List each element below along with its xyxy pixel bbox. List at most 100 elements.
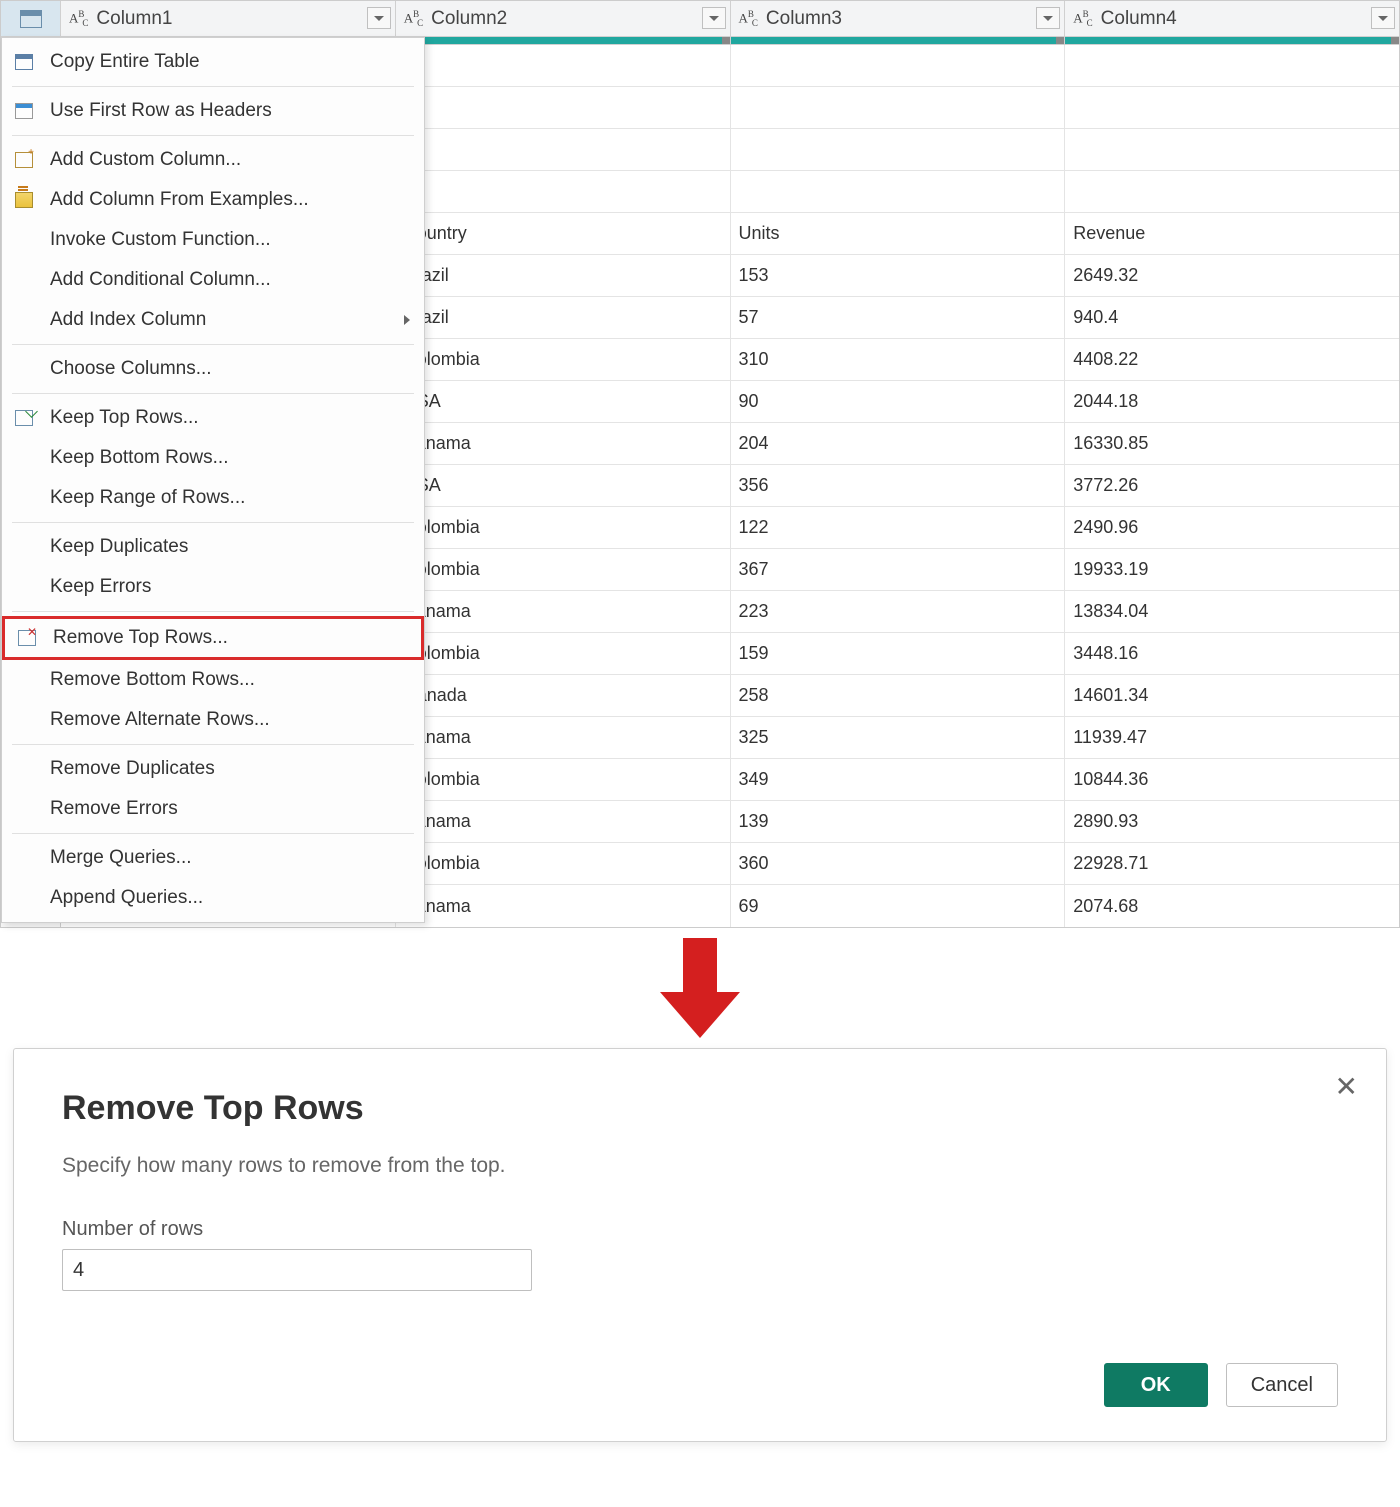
cell[interactable] xyxy=(731,129,1066,170)
cell[interactable]: 13834.04 xyxy=(1065,591,1399,632)
menu-add-conditional-column[interactable]: Add Conditional Column... xyxy=(2,260,424,300)
cell[interactable] xyxy=(1065,171,1399,212)
menu-copy-entire-table[interactable]: Copy Entire Table xyxy=(2,42,424,82)
cancel-button[interactable]: Cancel xyxy=(1226,1363,1338,1407)
cell[interactable] xyxy=(1065,129,1399,170)
number-of-rows-input[interactable] xyxy=(62,1249,532,1291)
cell[interactable]: 69 xyxy=(731,885,1066,927)
cell[interactable] xyxy=(1065,45,1399,86)
cell[interactable] xyxy=(731,87,1066,128)
cell[interactable]: 940.4 xyxy=(1065,297,1399,338)
menu-keep-range-of-rows[interactable]: Keep Range of Rows... xyxy=(2,478,424,518)
cell[interactable]: USA xyxy=(396,465,731,506)
menu-choose-columns[interactable]: Choose Columns... xyxy=(2,349,424,389)
column-header-3[interactable]: ABC Column3 xyxy=(731,1,1066,36)
cell[interactable]: Panama xyxy=(396,717,731,758)
cell[interactable] xyxy=(396,171,731,212)
menu-keep-top-rows[interactable]: Keep Top Rows... xyxy=(2,398,424,438)
filter-button[interactable] xyxy=(1371,7,1395,29)
cell[interactable]: 258 xyxy=(731,675,1066,716)
cell[interactable]: 360 xyxy=(731,843,1066,884)
cell[interactable]: 14601.34 xyxy=(1065,675,1399,716)
menu-append-queries[interactable]: Append Queries... xyxy=(2,878,424,918)
cell[interactable]: 204 xyxy=(731,423,1066,464)
menu-keep-errors[interactable]: Keep Errors xyxy=(2,567,424,607)
menu-invoke-custom-function[interactable]: Invoke Custom Function... xyxy=(2,220,424,260)
cell[interactable]: 310 xyxy=(731,339,1066,380)
cell[interactable]: 367 xyxy=(731,549,1066,590)
ok-button[interactable]: OK xyxy=(1104,1363,1208,1407)
cell[interactable]: 153 xyxy=(731,255,1066,296)
menu-remove-bottom-rows[interactable]: Remove Bottom Rows... xyxy=(2,660,424,700)
cell[interactable]: 122 xyxy=(731,507,1066,548)
menu-remove-top-rows[interactable]: Remove Top Rows... xyxy=(2,616,424,660)
cell[interactable]: Revenue xyxy=(1065,213,1399,254)
cell[interactable]: Colombia xyxy=(396,339,731,380)
submenu-arrow-icon xyxy=(404,315,410,325)
cell[interactable]: 11939.47 xyxy=(1065,717,1399,758)
cell[interactable]: 19933.19 xyxy=(1065,549,1399,590)
cell[interactable]: 2490.96 xyxy=(1065,507,1399,548)
menu-keep-bottom-rows[interactable]: Keep Bottom Rows... xyxy=(2,438,424,478)
column-header-1[interactable]: ABC Column1 xyxy=(61,1,396,36)
menu-keep-duplicates[interactable]: Keep Duplicates xyxy=(2,527,424,567)
cell[interactable]: 325 xyxy=(731,717,1066,758)
cell[interactable]: 3772.26 xyxy=(1065,465,1399,506)
cell[interactable]: 3448.16 xyxy=(1065,633,1399,674)
cell[interactable]: 349 xyxy=(731,759,1066,800)
menu-add-custom-column[interactable]: Add Custom Column... xyxy=(2,140,424,180)
filter-button[interactable] xyxy=(1036,7,1060,29)
cell[interactable]: USA xyxy=(396,381,731,422)
keep-rows-icon xyxy=(15,410,33,426)
cell[interactable]: Country xyxy=(396,213,731,254)
filter-button[interactable] xyxy=(702,7,726,29)
cell[interactable]: Canada xyxy=(396,675,731,716)
menu-merge-queries[interactable]: Merge Queries... xyxy=(2,838,424,878)
cell[interactable]: 22928.71 xyxy=(1065,843,1399,884)
cell[interactable]: 223 xyxy=(731,591,1066,632)
cell[interactable]: Panama xyxy=(396,423,731,464)
cell[interactable]: Colombia xyxy=(396,507,731,548)
menu-add-index-column[interactable]: Add Index Column xyxy=(2,300,424,340)
table-menu-button[interactable] xyxy=(1,1,61,36)
cell[interactable] xyxy=(1065,87,1399,128)
cell[interactable]: Colombia xyxy=(396,549,731,590)
menu-remove-duplicates[interactable]: Remove Duplicates xyxy=(2,749,424,789)
cell[interactable]: Panama xyxy=(396,801,731,842)
cell[interactable]: 2074.68 xyxy=(1065,885,1399,927)
cell[interactable]: Panama xyxy=(396,591,731,632)
menu-use-first-row-as-headers[interactable]: Use First Row as Headers xyxy=(2,91,424,131)
column-name: Column2 xyxy=(431,8,507,30)
cell[interactable]: 90 xyxy=(731,381,1066,422)
cell[interactable]: 139 xyxy=(731,801,1066,842)
cell[interactable]: Colombia xyxy=(396,633,731,674)
cell[interactable]: 4408.22 xyxy=(1065,339,1399,380)
cell[interactable] xyxy=(731,171,1066,212)
column-header-4[interactable]: ABC Column4 xyxy=(1065,1,1399,36)
cell[interactable]: Brazil xyxy=(396,297,731,338)
remove-rows-icon xyxy=(18,630,36,646)
column-header-2[interactable]: ABC Column2 xyxy=(396,1,731,36)
cell[interactable]: 57 xyxy=(731,297,1066,338)
cell[interactable]: 2890.93 xyxy=(1065,801,1399,842)
cell[interactable]: Brazil xyxy=(396,255,731,296)
cell[interactable]: 2044.18 xyxy=(1065,381,1399,422)
menu-remove-errors[interactable]: Remove Errors xyxy=(2,789,424,829)
cell[interactable]: 10844.36 xyxy=(1065,759,1399,800)
cell[interactable]: Units xyxy=(731,213,1066,254)
cell[interactable]: Panama xyxy=(396,885,731,927)
filter-button[interactable] xyxy=(367,7,391,29)
cell[interactable] xyxy=(396,129,731,170)
menu-remove-alternate-rows[interactable]: Remove Alternate Rows... xyxy=(2,700,424,740)
menu-add-column-from-examples[interactable]: Add Column From Examples... xyxy=(2,180,424,220)
cell[interactable]: 2649.32 xyxy=(1065,255,1399,296)
cell[interactable]: 159 xyxy=(731,633,1066,674)
cell[interactable]: 356 xyxy=(731,465,1066,506)
cell[interactable]: 16330.85 xyxy=(1065,423,1399,464)
close-button[interactable]: ✕ xyxy=(1335,1073,1358,1101)
cell[interactable] xyxy=(731,45,1066,86)
cell[interactable] xyxy=(396,87,731,128)
cell[interactable] xyxy=(396,45,731,86)
cell[interactable]: Colombia xyxy=(396,759,731,800)
cell[interactable]: Colombia xyxy=(396,843,731,884)
